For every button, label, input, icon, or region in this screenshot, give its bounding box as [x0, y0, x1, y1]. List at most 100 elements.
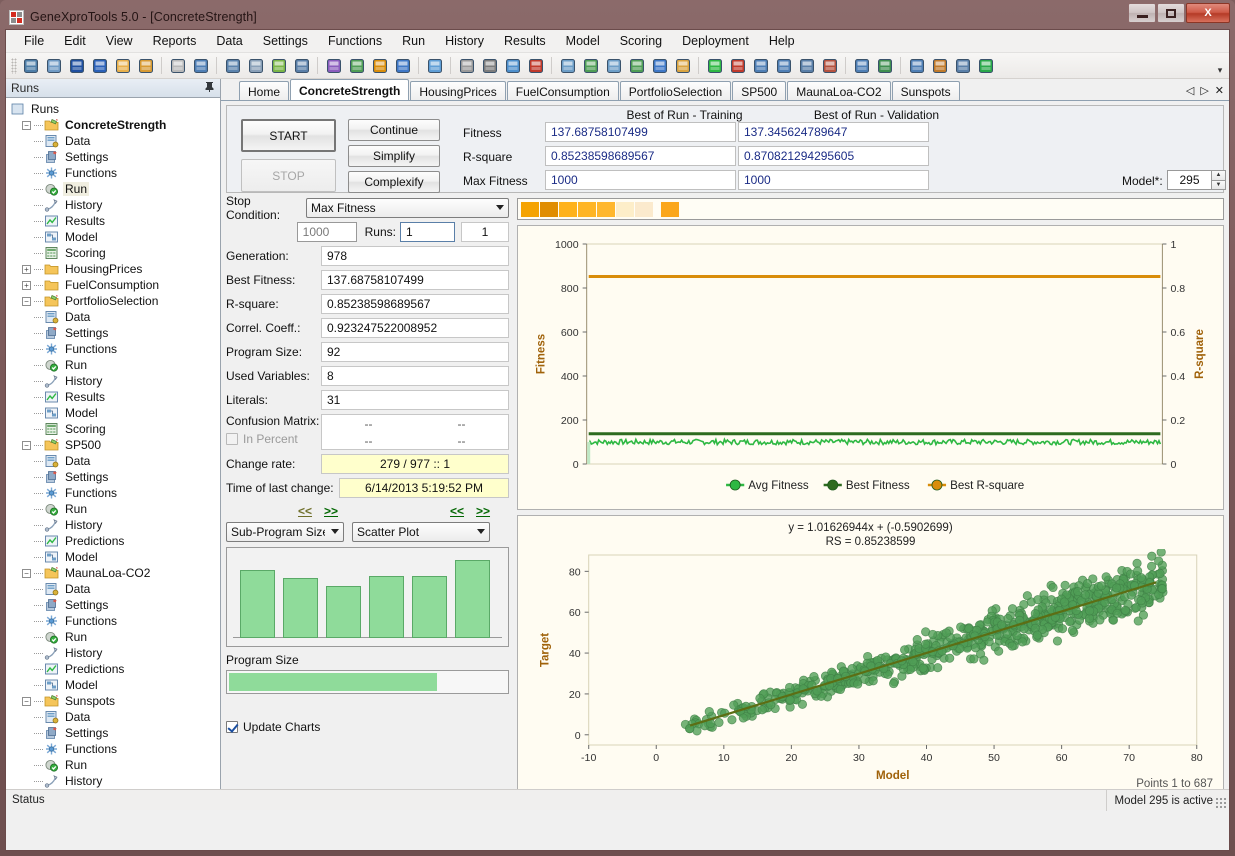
tree-leaf-portfolioselection-functions[interactable]: Functions [10, 341, 220, 357]
right-chart-select[interactable]: Scatter PlotResidualsSeries [352, 522, 490, 542]
tree-leaf-portfolioselection-run[interactable]: Run [10, 357, 220, 373]
code-icon[interactable] [796, 55, 817, 76]
tree-leaf-concretestrength-run[interactable]: Run [10, 181, 220, 197]
tree-leaf-sp500-functions[interactable]: Functions [10, 485, 220, 501]
remove-icon[interactable] [727, 55, 748, 76]
copy-page-icon[interactable] [167, 55, 188, 76]
code-js-icon[interactable] [929, 55, 950, 76]
menu-item-help[interactable]: Help [759, 31, 805, 51]
tab-sp500[interactable]: SP500 [732, 81, 786, 100]
menu-item-deployment[interactable]: Deployment [672, 31, 759, 51]
right-chart-prev-link[interactable]: << [450, 504, 464, 518]
model-number-input[interactable]: 295 [1167, 170, 1211, 190]
tree-leaf-maunaloa-co2-functions[interactable]: Functions [10, 613, 220, 629]
menu-item-scoring[interactable]: Scoring [610, 31, 672, 51]
tree-leaf-maunaloa-co2-settings[interactable]: Settings [10, 597, 220, 613]
tree-leaf-portfolioselection-settings[interactable]: Settings [10, 325, 220, 341]
toolbar-overflow-button[interactable]: ▾ [1213, 55, 1227, 76]
stop-condition-select[interactable]: Max FitnessGenerationsTimeTarget Fitness [306, 198, 509, 218]
tree-leaf-sp500-settings[interactable]: Settings [10, 469, 220, 485]
chart-icon[interactable] [580, 55, 601, 76]
save-all-icon[interactable] [89, 55, 110, 76]
tree-leaf-concretestrength-model[interactable]: Model [10, 229, 220, 245]
preview-icon[interactable] [190, 55, 211, 76]
tree-leaf-sunspots-run[interactable]: Run [10, 757, 220, 773]
tree-leaf-sunspots-settings[interactable]: Settings [10, 725, 220, 741]
tree-leaf-portfolioselection-results[interactable]: Results [10, 389, 220, 405]
code-csharp-icon[interactable] [874, 55, 895, 76]
tree-leaf-maunaloa-co2-predictions[interactable]: Predictions [10, 661, 220, 677]
save-icon[interactable] [66, 55, 87, 76]
close-button[interactable]: X [1186, 3, 1230, 23]
code-cpp-icon[interactable] [851, 55, 872, 76]
tree-leaf-portfolioselection-model[interactable]: Model [10, 405, 220, 421]
cleanup-brush-icon[interactable] [672, 55, 693, 76]
tab-close-button[interactable]: ✕ [1215, 84, 1224, 97]
minimize-button[interactable] [1128, 3, 1156, 23]
tree-expand-toggle[interactable]: + [22, 281, 31, 290]
tree-leaf-concretestrength-scoring[interactable]: Scoring [10, 245, 220, 261]
tab-prev-button[interactable]: ◁ [1186, 84, 1194, 97]
chart3-icon[interactable] [649, 55, 670, 76]
tab-housingprices[interactable]: HousingPrices [410, 81, 505, 100]
tree-leaf-sp500-data[interactable]: Data [10, 453, 220, 469]
menu-item-edit[interactable]: Edit [54, 31, 96, 51]
menu-item-results[interactable]: Results [494, 31, 556, 51]
tree-collapse-toggle[interactable]: − [22, 121, 31, 130]
runs-input[interactable]: 1 [400, 222, 455, 242]
tree-leaf-sunspots-history[interactable]: History [10, 773, 220, 789]
tree-leaf-sp500-model[interactable]: Model [10, 549, 220, 565]
tree-leaf-sp500-run[interactable]: Run [10, 501, 220, 517]
menu-item-data[interactable]: Data [206, 31, 252, 51]
tree-icon[interactable] [750, 55, 771, 76]
tree-leaf-concretestrength-functions[interactable]: Functions [10, 165, 220, 181]
menu-item-history[interactable]: History [435, 31, 494, 51]
tab-sunspots[interactable]: Sunspots [892, 81, 960, 100]
help-icon[interactable] [975, 55, 996, 76]
tab-concretestrength[interactable]: ConcreteStrength [290, 79, 409, 100]
stop-button[interactable]: STOP [241, 159, 336, 192]
data-label-icon[interactable] [268, 55, 289, 76]
tree-node-housingprices[interactable]: +HousingPrices [10, 261, 220, 277]
tree-leaf-concretestrength-settings[interactable]: Settings [10, 149, 220, 165]
grow-icon[interactable] [346, 55, 367, 76]
add-icon[interactable] [704, 55, 725, 76]
data-compare-icon[interactable] [245, 55, 266, 76]
menu-item-view[interactable]: View [96, 31, 143, 51]
tree-collapse-toggle[interactable]: − [22, 569, 31, 578]
menu-item-functions[interactable]: Functions [318, 31, 392, 51]
parsimony-icon[interactable] [369, 55, 390, 76]
model-spinner[interactable]: 295 ▲ ▼ [1167, 170, 1226, 190]
code-c-icon[interactable] [819, 55, 840, 76]
resize-grip[interactable] [1215, 797, 1227, 809]
menu-item-file[interactable]: File [14, 31, 54, 51]
tree-node-fuelconsumption[interactable]: +FuelConsumption [10, 277, 220, 293]
tree-leaf-maunaloa-co2-data[interactable]: Data [10, 581, 220, 597]
in-percent-checkbox[interactable]: In Percent [226, 432, 321, 446]
simplify-button[interactable]: Simplify [348, 145, 440, 167]
tree-collapse-toggle[interactable]: − [22, 297, 31, 306]
tree-leaf-sp500-history[interactable]: History [10, 517, 220, 533]
tree-leaf-portfolioselection-data[interactable]: Data [10, 309, 220, 325]
node-icon[interactable] [773, 55, 794, 76]
tree-node-sunspots[interactable]: −Sunspots [10, 693, 220, 709]
tab-next-button[interactable]: ▷ [1200, 84, 1208, 97]
tree-leaf-concretestrength-results[interactable]: Results [10, 213, 220, 229]
open-recent-icon[interactable] [135, 55, 156, 76]
tab-fuelconsumption[interactable]: FuelConsumption [507, 81, 619, 100]
menu-item-reports[interactable]: Reports [143, 31, 207, 51]
complexify-button[interactable]: Complexify [348, 171, 440, 193]
open-icon[interactable] [112, 55, 133, 76]
continue-button[interactable]: Continue [348, 119, 440, 141]
start-button[interactable]: START [241, 119, 336, 152]
tree-leaf-maunaloa-co2-history[interactable]: History [10, 645, 220, 661]
report-icon[interactable] [456, 55, 477, 76]
functions-icon[interactable] [424, 55, 445, 76]
model-icon[interactable] [323, 55, 344, 76]
new-run-wizard-icon[interactable] [43, 55, 64, 76]
tree-leaf-concretestrength-history[interactable]: History [10, 197, 220, 213]
table-icon[interactable] [603, 55, 624, 76]
tree-leaf-sunspots-data[interactable]: Data [10, 709, 220, 725]
scoring-icon[interactable] [502, 55, 523, 76]
left-chart-prev-link[interactable]: << [298, 504, 312, 518]
